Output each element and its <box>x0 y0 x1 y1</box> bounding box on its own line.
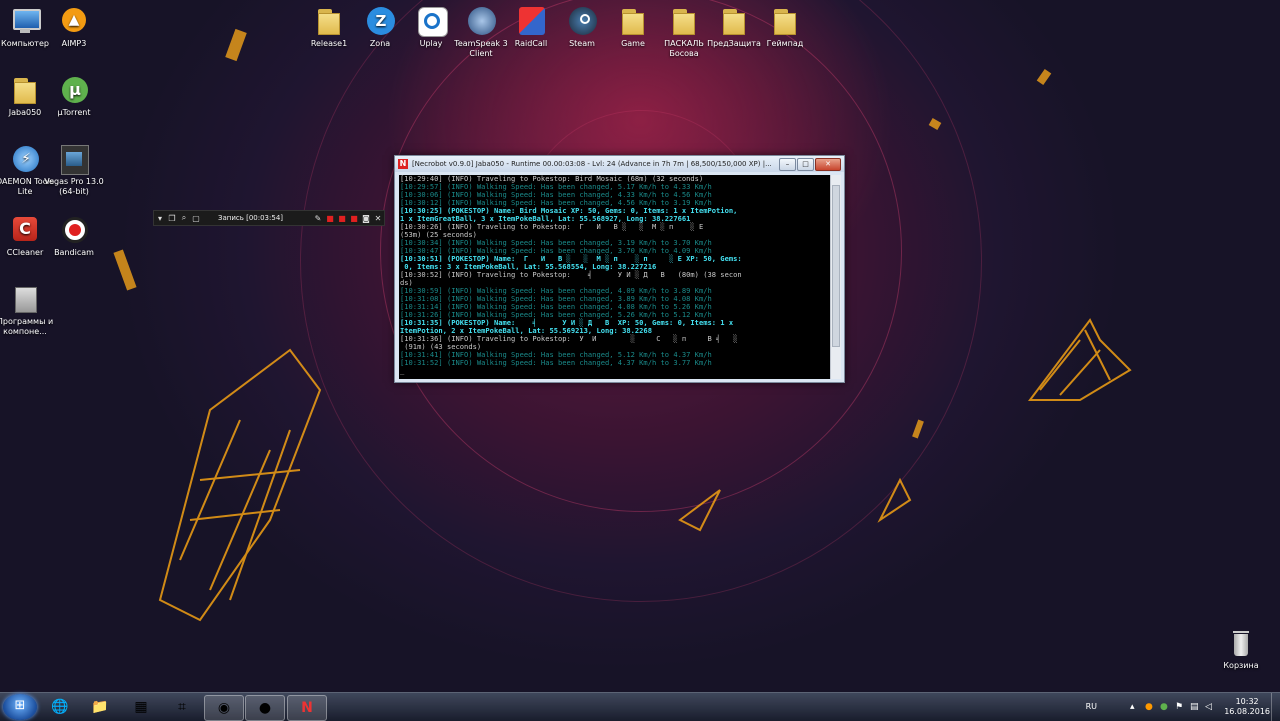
desktop-icon-label: Компьютер <box>1 39 49 48</box>
chevron-down-icon[interactable]: ▾ <box>154 214 166 223</box>
system-tray: RU ▴ ● ● ⚑ ▤ ◁ 10:32 16.08.2016 <box>1080 693 1280 721</box>
show-hidden-icons-icon[interactable]: ▴ <box>1130 702 1140 712</box>
clock[interactable]: 10:32 16.08.2016 <box>1224 697 1270 717</box>
desktop-icon-label: TeamSpeak 3 Client <box>454 39 508 58</box>
bandicam-icon[interactable]: ● <box>245 695 285 721</box>
console-line: _ <box>400 366 405 375</box>
uplay-icon <box>416 6 448 37</box>
minimize-button[interactable]: – <box>779 157 796 171</box>
flag-icon[interactable]: ⚑ <box>1175 702 1185 712</box>
necrobot-console-window[interactable]: N [Necrobot v0.9.0] Jaba050 - Runtime 00… <box>394 155 845 383</box>
pencil-icon[interactable]: ✎ <box>312 214 324 223</box>
ccleaner-icon: C <box>10 215 40 245</box>
utorrent-icon: µ <box>59 75 89 105</box>
vegas-icon[interactable]: ⌗ <box>163 695 201 719</box>
fullscreen-icon[interactable]: ▢ <box>190 214 202 223</box>
close-button[interactable]: ✕ <box>815 157 841 171</box>
folder-icon <box>314 6 344 36</box>
desktop-icon-gamepad[interactable]: Геймпад <box>755 6 815 49</box>
desktop-icon-label: Release1 <box>310 39 348 48</box>
media-player-icon[interactable]: 📁 <box>81 695 119 719</box>
network-icon[interactable]: ▤ <box>1190 702 1200 712</box>
camera-icon[interactable]: ◙ <box>360 214 372 223</box>
teamspeak-icon <box>466 6 496 36</box>
desktop-icon-label: CCleaner <box>6 248 44 257</box>
desktop-icon-vegas[interactable]: Vegas Pro 13.0 (64-bit) <box>44 144 104 197</box>
language-indicator[interactable]: RU <box>1086 702 1097 711</box>
desktop-icon-label: Uplay <box>419 39 443 48</box>
record-toolbar: ▾ ❐ ⌕ ▢ Запись [00:03:54] ✎ ■ ■ ■ ◙ ✕ <box>153 210 385 226</box>
folder-icon <box>770 6 800 36</box>
daemon-tools-icon: ⚡ <box>10 144 40 174</box>
chrome-icon[interactable]: ◉ <box>204 695 244 721</box>
desktop-icon-label: Jaba050 <box>8 108 42 117</box>
zona-icon: Z <box>365 6 395 36</box>
folder-icon <box>10 75 40 105</box>
desktop-icon-label: Корзина <box>1223 661 1259 670</box>
desktop-icon-label: Zona <box>369 39 391 48</box>
maximize-button[interactable]: □ <box>797 157 814 171</box>
aimp-icon: ▲ <box>59 6 89 36</box>
taskbar: 🌐 📁 ▦ ⌗ ◉ ● N RU ▴ ● ● ⚑ ▤ ◁ 10:32 16.08… <box>0 692 1280 721</box>
scrollbar-thumb[interactable] <box>832 185 840 347</box>
record-timer: Запись [00:03:54] <box>218 214 284 222</box>
desktop-icon-aimp[interactable]: ▲ AIMP3 <box>44 6 104 49</box>
task-manager-icon[interactable]: ▦ <box>122 695 160 719</box>
desktop-icon-recycle-bin[interactable]: Корзина <box>1211 628 1271 671</box>
desktop-icon-label: Steam <box>569 39 595 48</box>
window-titlebar[interactable]: N [Necrobot v0.9.0] Jaba050 - Runtime 00… <box>395 156 844 172</box>
clock-time: 10:32 <box>1235 697 1259 706</box>
desktop-icon-label: ПАСКАЛЬ Босова <box>664 39 704 58</box>
computer-icon <box>10 6 41 36</box>
window-title: [Necrobot v0.9.0] Jaba050 - Runtime 00.0… <box>411 160 772 168</box>
volume-icon[interactable]: ◁ <box>1205 702 1215 712</box>
tray-icons: ▴ ● ● ⚑ ▤ ◁ <box>1130 702 1215 712</box>
folder-icon <box>618 6 648 36</box>
desktop-icon-label: AIMP3 <box>61 39 87 48</box>
desktop-icon-label: Геймпад <box>766 39 804 48</box>
pause-icon[interactable]: ■ <box>348 214 360 223</box>
desktop-icon-label: Bandicam <box>54 248 94 257</box>
record-icon[interactable]: ■ <box>324 214 336 223</box>
programs-icon <box>10 284 40 314</box>
desktop-icon-programs[interactable]: Программы и компоне... <box>0 284 55 337</box>
scrollbar[interactable] <box>830 175 841 379</box>
desktop-icon-label: Vegas Pro 13.0 (64-bit) <box>44 177 104 196</box>
necrobot-icon[interactable]: N <box>287 695 327 721</box>
search-icon[interactable]: ⌕ <box>178 213 190 223</box>
desktop-icon-utorrent[interactable]: µ µTorrent <box>44 75 104 118</box>
desktop-icon-label: Game <box>621 39 645 48</box>
clock-date: 16.08.2016 <box>1224 707 1270 716</box>
start-button[interactable] <box>3 694 37 720</box>
bandicam-icon <box>59 215 89 245</box>
desktop-icon-label: µTorrent <box>57 108 91 117</box>
folder-icon <box>669 6 699 36</box>
utorrent-tray-icon[interactable]: ● <box>1160 702 1170 712</box>
windows-explorer-icon[interactable]: 🌐 <box>41 695 79 719</box>
close-icon[interactable]: ✕ <box>372 214 384 223</box>
desktop-icon-label: ПредЗащита <box>707 39 761 48</box>
vegas-icon <box>59 144 89 175</box>
raidcall-icon <box>516 6 546 36</box>
window-buttons: – □ ✕ <box>778 157 841 171</box>
necrobot-icon: N <box>398 159 408 169</box>
stop-icon[interactable]: ■ <box>336 214 348 223</box>
desktop-icon-label: RaidCall <box>514 39 548 48</box>
folder-icon <box>719 6 749 36</box>
desktop-icon-bandicam[interactable]: Bandicam <box>44 215 104 258</box>
console-line: [10:30:52] (INFO) Traveling to Pokestop:… <box>400 270 742 279</box>
recycle-bin-icon <box>1226 628 1256 658</box>
console-line: [10:31:52] (INFO) Walking Speed: Has bee… <box>400 358 712 367</box>
desktop-icon-label: Программы и компоне... <box>0 317 54 336</box>
window-mode-icon[interactable]: ❐ <box>166 214 178 223</box>
bandicam-tray-icon[interactable]: ● <box>1145 702 1155 712</box>
steam-icon <box>567 6 597 36</box>
console-output[interactable]: [10:29:40] (INFO) Traveling to Pokestop:… <box>399 175 830 379</box>
show-desktop-button[interactable] <box>1271 693 1280 721</box>
